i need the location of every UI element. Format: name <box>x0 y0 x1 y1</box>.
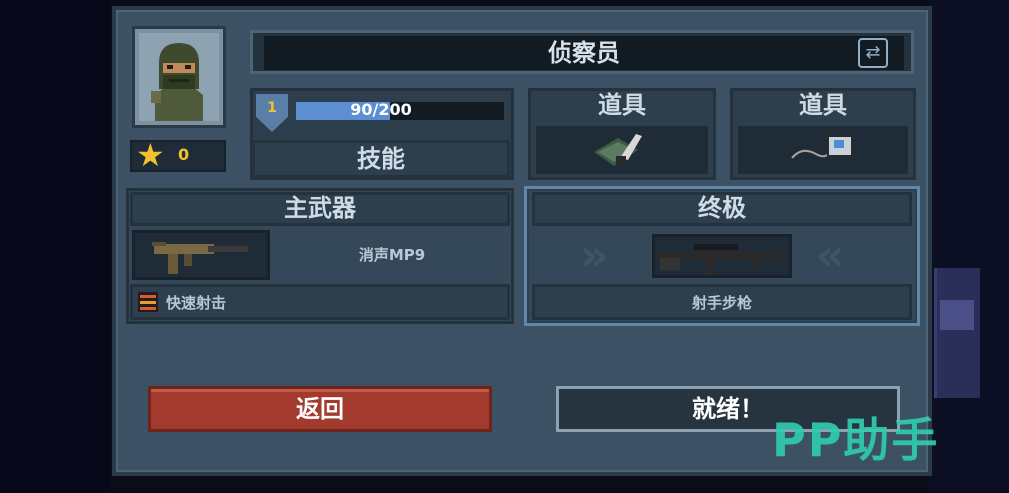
character-portrait <box>132 26 226 128</box>
back-button[interactable]: 返回 <box>148 386 492 432</box>
background-pillar <box>934 268 980 398</box>
background-left <box>0 0 110 493</box>
primary-weapon-name: 消声MP9 <box>358 246 426 264</box>
grenade-knife-icon <box>594 134 642 166</box>
primary-weapon-trait: 快速射击 <box>166 294 227 312</box>
soldier-portrait-icon <box>139 33 219 121</box>
xp-text: 90/200 <box>350 100 412 119</box>
arrow-right-icon: » <box>580 230 609 281</box>
star-icon: ★ <box>136 136 165 174</box>
rapid-fire-icon <box>138 292 158 312</box>
sniper-rifle-icon <box>658 244 778 274</box>
item-2-label: 道具 <box>799 91 847 119</box>
switch-character-button[interactable]: ⇄ <box>858 38 888 68</box>
skill-level: 1 <box>267 100 277 116</box>
swap-icon: ⇄ <box>865 42 881 63</box>
watermark-logo: PP助手 <box>772 413 940 467</box>
ultimate-header: 终极 <box>698 194 746 222</box>
skill-label: 技能 <box>357 145 405 173</box>
star-count: 0 <box>178 145 190 164</box>
background-right <box>929 0 1009 493</box>
ultimate-name: 射手步枪 <box>691 294 752 312</box>
character-name: 侦察员 <box>548 39 620 67</box>
primary-weapon-header: 主武器 <box>284 194 356 222</box>
smg-icon <box>152 242 248 274</box>
background-pillar-detail <box>940 300 974 330</box>
item-1-label: 道具 <box>598 91 646 119</box>
device-cable-icon <box>790 135 853 160</box>
arrow-left-icon: « <box>816 230 845 281</box>
back-button-label: 返回 <box>296 395 344 423</box>
